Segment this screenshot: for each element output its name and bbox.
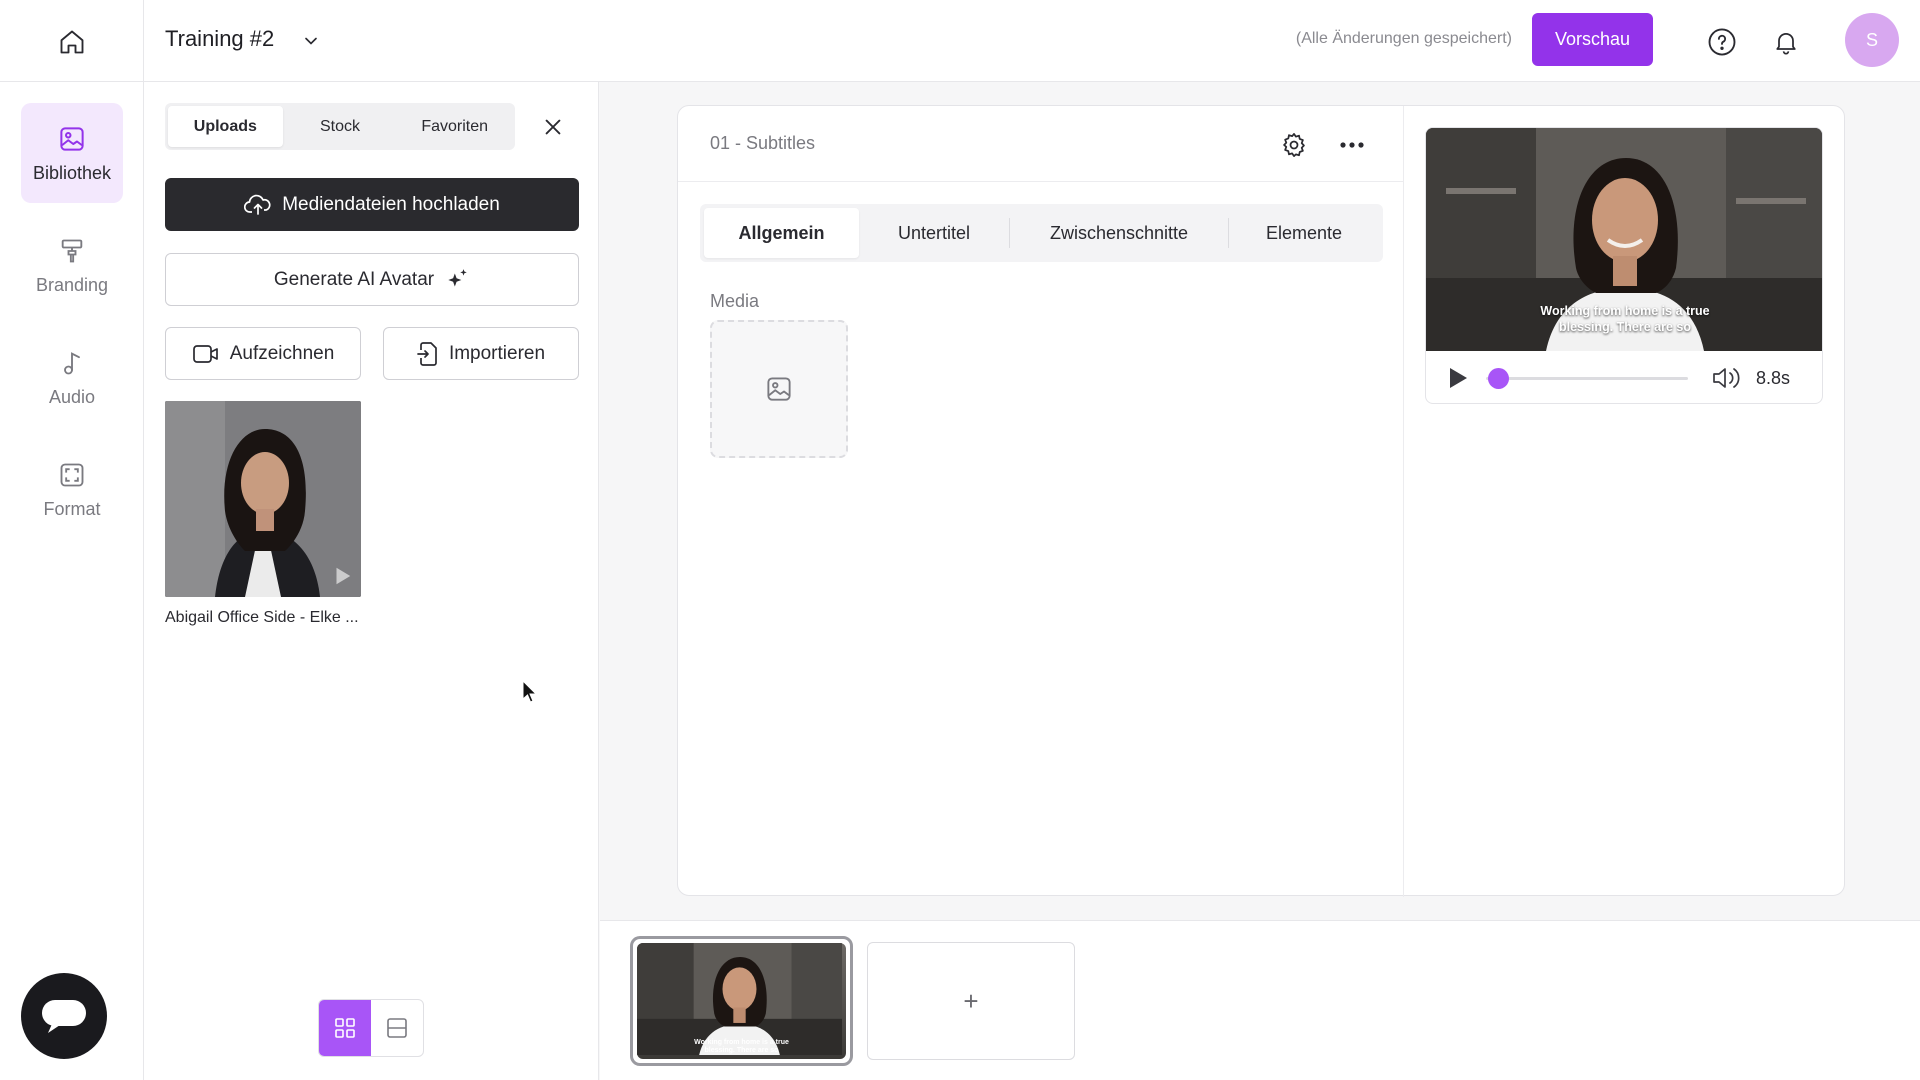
preview-subtitle-line: Working from home is a true <box>1540 304 1710 318</box>
video-camera-icon <box>192 343 220 365</box>
scene-timeline: Working from home is a true blessing. Th… <box>600 920 1920 1080</box>
topbar-divider <box>143 0 144 82</box>
editor-header-divider <box>678 181 1403 182</box>
tab-allgemein[interactable]: Allgemein <box>704 208 859 258</box>
play-icon <box>1450 368 1467 388</box>
mouse-cursor-icon <box>522 680 538 703</box>
media-dropzone[interactable] <box>710 320 848 458</box>
image-icon <box>56 123 88 155</box>
nav-item-audio[interactable]: Audio <box>21 327 123 427</box>
home-icon <box>60 30 84 54</box>
list-view-button[interactable] <box>371 1000 423 1056</box>
play-overlay-icon <box>336 567 351 585</box>
list-icon <box>387 1018 407 1038</box>
frame-icon <box>56 459 88 491</box>
nav-item-label: Format <box>43 498 101 519</box>
generate-ai-avatar-label: Generate AI Avatar <box>273 268 435 290</box>
preview-video-frame: Working from home is a true blessing. Th… <box>1426 128 1822 351</box>
tab-zwischenschnitte[interactable]: Zwischenschnitte <box>1010 208 1228 258</box>
nav-item-branding[interactable]: Branding <box>21 215 123 315</box>
nav-item-bibliothek[interactable]: Bibliothek <box>21 103 123 203</box>
progress-track[interactable] <box>1486 368 1688 389</box>
media-thumbnail <box>165 401 361 597</box>
gear-icon <box>1283 133 1305 157</box>
help-button[interactable] <box>1702 22 1742 62</box>
import-icon <box>417 341 439 367</box>
scene-settings-button[interactable] <box>1276 127 1312 163</box>
nav-item-label: Branding <box>35 274 109 295</box>
editor-divider <box>1403 106 1404 897</box>
add-scene-button[interactable]: + <box>867 942 1075 1060</box>
record-button[interactable]: Aufzeichnen <box>165 327 361 380</box>
chat-icon <box>42 1000 86 1033</box>
record-label: Aufzeichnen <box>229 342 335 364</box>
more-horizontal-icon <box>1340 142 1364 148</box>
tab-elemente[interactable]: Elemente <box>1229 208 1379 258</box>
chevron-down-icon <box>305 37 317 45</box>
project-title: Training #2 <box>165 26 275 51</box>
close-library-button[interactable] <box>536 110 570 144</box>
media-item-label: Abigail Office Side - Elke ... <box>165 609 359 626</box>
cloud-upload-icon <box>244 193 272 217</box>
tab-favoriten[interactable]: Favoriten <box>397 106 512 147</box>
scene-more-button[interactable] <box>1334 127 1370 163</box>
player-controls: 8.8s <box>1426 351 1822 403</box>
paint-roller-icon <box>56 235 88 267</box>
grid-view-button[interactable] <box>319 1000 371 1056</box>
image-placeholder-icon <box>767 377 791 401</box>
volume-button[interactable] <box>1710 363 1742 393</box>
thumbnail-subtitle: Working from home is a true blessing. Th… <box>637 1039 846 1055</box>
close-icon <box>545 119 561 135</box>
video-duration: 8.8s <box>1756 368 1791 388</box>
tab-uploads[interactable]: Uploads <box>168 106 283 147</box>
music-note-icon <box>56 347 88 379</box>
library-tabs: Uploads Stock Favoriten <box>165 103 515 150</box>
nav-item-label: Audio <box>48 386 96 407</box>
top-bar: Training #2 (Alle Änderungen gespeichert… <box>0 0 1920 82</box>
preview-button[interactable]: Vorschau <box>1532 13 1653 66</box>
home-button[interactable] <box>52 22 92 62</box>
library-panel: Uploads Stock Favoriten Mediendateien ho… <box>144 82 599 1080</box>
generate-ai-avatar-button[interactable]: Generate AI Avatar <box>165 253 579 306</box>
thumbnail-subtitle-line: Working from home is a true <box>694 1039 789 1046</box>
progress-knob[interactable] <box>1488 368 1510 389</box>
media-section-label: Media <box>710 291 760 311</box>
tab-stock[interactable]: Stock <box>283 106 398 147</box>
help-icon <box>1708 28 1736 56</box>
nav-item-format[interactable]: Format <box>21 439 123 539</box>
video-preview-player: Working from home is a true blessing. Th… <box>1425 127 1823 404</box>
notifications-button[interactable] <box>1766 22 1806 62</box>
upload-media-button[interactable]: Mediendateien hochladen <box>165 178 579 231</box>
canvas-area: 01 - Subtitles Allgemein Untertitel Zwis… <box>600 82 1920 920</box>
scene-tabs: Allgemein Untertitel Zwischenschnitte El… <box>700 204 1383 262</box>
import-label: Importieren <box>448 342 546 364</box>
project-menu-button[interactable] <box>296 26 326 56</box>
import-button[interactable]: Importieren <box>383 327 579 380</box>
scene-editor: 01 - Subtitles Allgemein Untertitel Zwis… <box>677 105 1845 897</box>
tab-untertitel[interactable]: Untertitel <box>859 208 1009 258</box>
play-button[interactable] <box>1444 364 1472 392</box>
volume-icon <box>1713 368 1740 388</box>
bell-icon <box>1776 32 1796 55</box>
chat-support-button[interactable] <box>21 973 107 1059</box>
nav-item-label: Bibliothek <box>32 162 112 183</box>
scene-thumbnail-image: Working from home is a true blessing. Th… <box>637 943 846 1059</box>
preview-subtitle-line: blessing. There are so <box>1559 320 1691 334</box>
user-avatar[interactable]: S <box>1845 13 1899 67</box>
scene-thumbnail-selected[interactable]: Working from home is a true blessing. Th… <box>630 936 853 1066</box>
upload-media-label: Mediendateien hochladen <box>282 193 500 215</box>
sparkle-icon <box>444 267 470 293</box>
save-status: (Alle Änderungen gespeichert) <box>1295 30 1512 47</box>
thumbnail-subtitle-line: blessing. There are so <box>704 1047 779 1054</box>
view-toggle <box>318 999 424 1057</box>
preview-subtitle: Working from home is a true blessing. Th… <box>1426 303 1822 335</box>
media-item[interactable]: Abigail Office Side - Elke ... <box>165 401 361 627</box>
grid-icon <box>335 1018 355 1038</box>
left-nav: Bibliothek Branding Audio Format <box>0 82 144 1080</box>
scene-title: 01 - Subtitles <box>710 133 816 153</box>
